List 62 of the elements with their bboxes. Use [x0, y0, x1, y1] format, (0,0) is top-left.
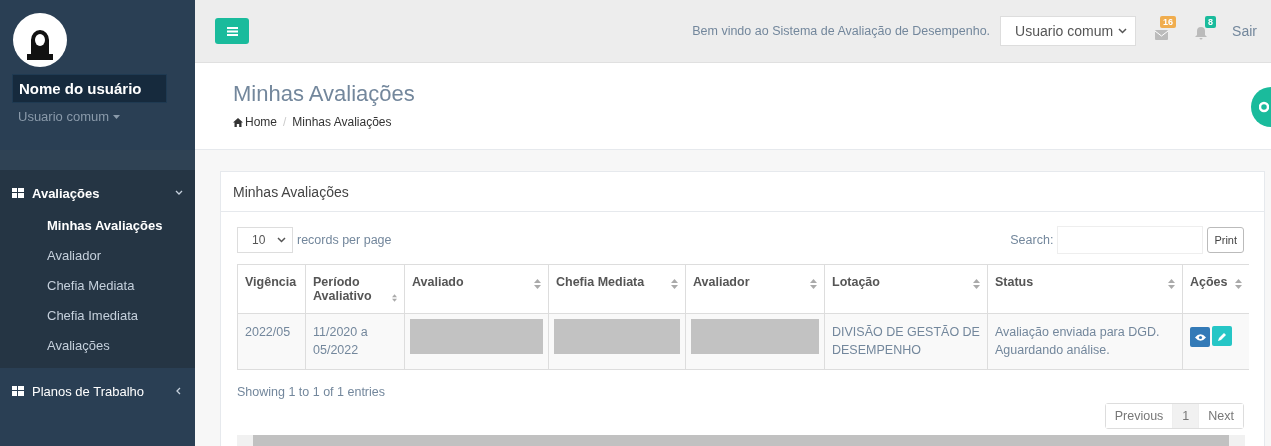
sort-icon: [810, 279, 817, 289]
bell-icon: [1195, 27, 1208, 40]
menu-item[interactable]: Chefia Imediata: [0, 300, 195, 330]
sort-icon: [1168, 279, 1175, 289]
menu-section[interactable]: Planos de Trabalho: [0, 380, 195, 402]
chevron-icon: [175, 189, 183, 197]
profile-select[interactable]: Usuario comum: [1000, 16, 1137, 46]
table-cell: DIVISÃO DE GESTÃO DE DESEMPENHO: [824, 313, 988, 370]
breadcrumb-link[interactable]: Minhas Avaliações: [292, 115, 392, 129]
search-label: Search:: [1010, 233, 1054, 247]
panel-title: Minhas Avaliações: [221, 172, 1264, 212]
table-cell: 2022/05: [237, 313, 306, 370]
menu-item[interactable]: Chefia Mediata: [0, 270, 195, 300]
column-header[interactable]: Status: [987, 264, 1183, 314]
pencil-icon: [1217, 331, 1227, 341]
count-badge: 8: [1205, 16, 1217, 28]
menu-item[interactable]: Avaliações: [0, 330, 195, 360]
caret-icon: [1118, 28, 1128, 34]
entries-info: Showing 1 to 1 of 1 entries: [237, 385, 386, 399]
home-icon: [233, 117, 243, 127]
count-badge: 16: [1160, 16, 1177, 28]
page-title: Minhas Avaliações: [233, 81, 416, 107]
column-header[interactable]: Avaliador: [685, 264, 825, 314]
caret-icon: [277, 237, 286, 243]
page-size-label: records per page: [297, 233, 392, 247]
pagination-link[interactable]: Next: [1198, 404, 1243, 428]
menu-item[interactable]: Minhas Avaliações: [0, 210, 195, 240]
horizontal-scrollbar[interactable]: [237, 435, 1245, 446]
view-button[interactable]: [1190, 327, 1210, 347]
avatar-icon: [12, 12, 68, 68]
column-header[interactable]: Avaliado: [404, 264, 549, 314]
menu-icon: [226, 26, 238, 36]
table-cell: 11/2020 a 05/2022: [305, 313, 405, 370]
column-header[interactable]: Período Avaliativo: [305, 264, 405, 314]
user-name: Nome do usuário: [12, 74, 167, 103]
grid-icon: [12, 386, 24, 396]
role-dropdown[interactable]: Usuario comum: [12, 109, 187, 124]
edit-button[interactable]: [1212, 326, 1232, 346]
page-size-select[interactable]: 10: [237, 227, 293, 253]
column-header[interactable]: Chefia Mediata: [548, 264, 686, 314]
sort-icon: [391, 293, 397, 303]
column-header[interactable]: Lotação: [824, 264, 988, 314]
eye-icon: [1194, 333, 1206, 341]
menu-item[interactable]: Avaliador: [0, 240, 195, 270]
welcome-text: Bem vindo ao Sistema de Avaliação de Desempenho.: [692, 24, 991, 38]
column-header[interactable]: Ações: [1182, 264, 1249, 314]
column-header[interactable]: Vigência: [237, 264, 306, 314]
chevron-icon: [175, 387, 183, 395]
pagination-link[interactable]: 1: [1172, 404, 1199, 428]
menu-section[interactable]: Avaliações: [0, 182, 195, 204]
menu-button[interactable]: [215, 18, 249, 44]
sort-icon: [973, 279, 980, 289]
sort-icon: [1235, 279, 1242, 289]
mail-icon: [1154, 30, 1168, 40]
print-button[interactable]: Print: [1207, 227, 1244, 253]
breadcrumb-link[interactable]: Home: [233, 115, 277, 129]
breadcrumb-separator: /: [283, 115, 287, 129]
caret-icon: [113, 114, 121, 119]
grid-icon: [12, 188, 24, 198]
sort-icon: [671, 279, 678, 289]
sort-icon: [534, 279, 541, 289]
table-cell: Avaliação enviada para DGD. Aguardando análise.: [987, 313, 1183, 370]
